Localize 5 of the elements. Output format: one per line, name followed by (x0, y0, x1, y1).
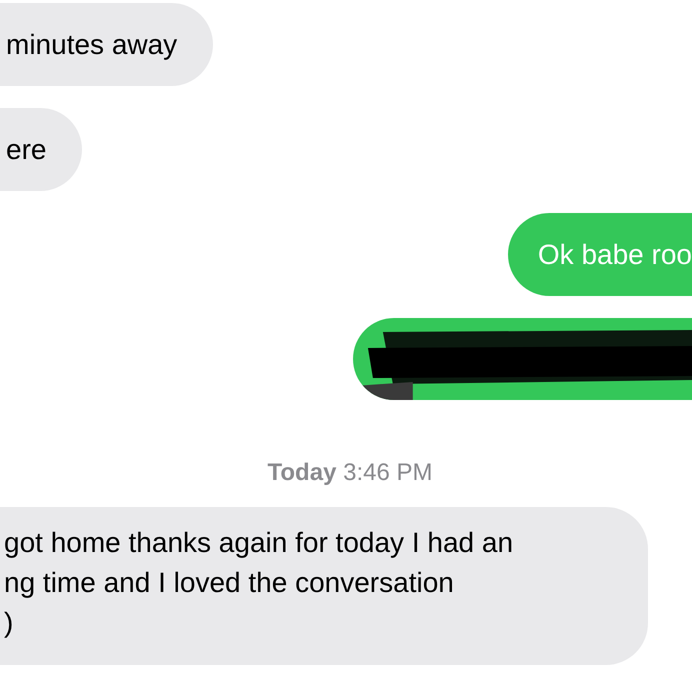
message-bubble: got home thanks again for today I had an ng time and I loved the conversation ) (0, 507, 648, 665)
timestamp: Today 3:46 PM (266, 459, 432, 487)
message-bubble: ere (0, 108, 82, 191)
message-bubble: minutes away (0, 3, 214, 86)
message-bubble: Ok babe roo (508, 213, 692, 296)
